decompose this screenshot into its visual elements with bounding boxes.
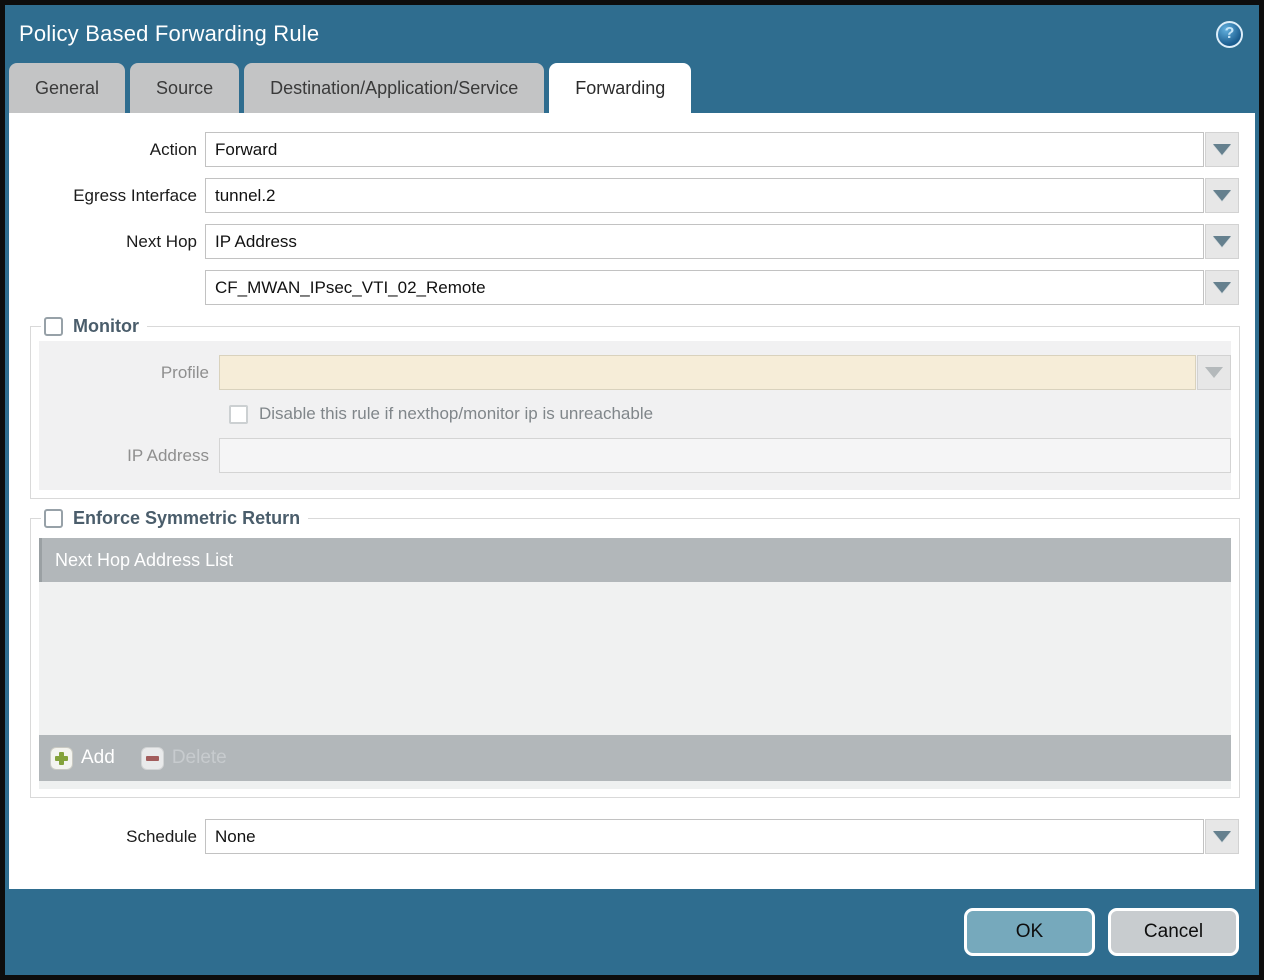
dialog-title: Policy Based Forwarding Rule [19,21,319,47]
disable-rule-label: Disable this rule if nexthop/monitor ip … [259,404,653,424]
next-hop-table-header: Next Hop Address List [39,538,1231,582]
minus-icon [141,747,164,770]
add-button-label: Add [81,747,115,769]
monitor-checkbox[interactable] [44,317,63,336]
help-icon[interactable]: ? [1216,21,1243,48]
action-value[interactable]: Forward [205,132,1204,167]
schedule-label: Schedule [9,827,205,847]
next-hop-address-table: Next Hop Address List Add Delete [39,538,1231,789]
add-button[interactable]: Add [50,747,115,770]
profile-dropdown-button [1197,355,1231,390]
schedule-dropdown-button[interactable] [1205,819,1239,854]
monitor-ip-address-label: IP Address [39,446,219,466]
schedule-dropdown: None [205,819,1239,854]
chevron-down-icon [1205,367,1223,378]
monitor-ip-address-input [219,438,1231,473]
action-label: Action [9,140,205,160]
action-dropdown: Forward [205,132,1239,167]
monitor-disable-rule-row: Disable this rule if nexthop/monitor ip … [39,404,1231,424]
chevron-down-icon [1213,282,1231,293]
next-hop-type-value[interactable]: IP Address [205,224,1204,259]
chevron-down-icon [1213,831,1231,842]
forwarding-tab-panel: Action Forward Egress Interface tunnel.2… [9,113,1255,889]
form-row-next-hop-address: CF_MWAN_IPsec_VTI_02_Remote [9,270,1255,305]
cancel-button[interactable]: Cancel [1108,908,1239,956]
ok-button[interactable]: OK [964,908,1095,956]
next-hop-type-dropdown: IP Address [205,224,1239,259]
next-hop-type-dropdown-button[interactable] [1205,224,1239,259]
delete-button-label: Delete [172,747,227,769]
chevron-down-icon [1213,144,1231,155]
schedule-value[interactable]: None [205,819,1204,854]
tab-bar: General Source Destination/Application/S… [5,63,1259,113]
tab-forwarding[interactable]: Forwarding [549,63,691,113]
profile-label: Profile [39,363,219,383]
form-row-schedule: Schedule None [9,819,1255,854]
monitor-group: Monitor Profile Disable this rule if nex… [30,316,1240,499]
monitor-profile-row: Profile [39,355,1231,390]
enforce-symmetric-return-legend: Enforce Symmetric Return [41,508,308,529]
next-hop-address-value[interactable]: CF_MWAN_IPsec_VTI_02_Remote [205,270,1204,305]
tab-source[interactable]: Source [130,63,239,113]
delete-button: Delete [141,747,227,770]
next-hop-table-toolbar: Add Delete [39,735,1231,781]
next-hop-address-dropdown: CF_MWAN_IPsec_VTI_02_Remote [205,270,1239,305]
tab-general[interactable]: General [9,63,125,113]
monitor-ip-address-row: IP Address [39,438,1231,473]
form-row-egress-interface: Egress Interface tunnel.2 [9,178,1255,213]
form-row-next-hop: Next Hop IP Address [9,224,1255,259]
chevron-down-icon [1213,190,1231,201]
dialog-titlebar: Policy Based Forwarding Rule ? [5,5,1259,63]
tab-destination-application-service[interactable]: Destination/Application/Service [244,63,544,113]
plus-icon [50,747,73,770]
monitor-legend: Monitor [41,316,147,337]
form-row-action: Action Forward [9,132,1255,167]
table-scroll-strip [39,781,1231,789]
chevron-down-icon [1213,236,1231,247]
egress-interface-value[interactable]: tunnel.2 [205,178,1204,213]
monitor-legend-label: Monitor [73,316,139,337]
enforce-symmetric-return-legend-label: Enforce Symmetric Return [73,508,300,529]
next-hop-address-dropdown-button[interactable] [1205,270,1239,305]
action-dropdown-button[interactable] [1205,132,1239,167]
next-hop-table-body [39,582,1231,735]
next-hop-table-header-label: Next Hop Address List [55,550,233,571]
policy-based-forwarding-rule-dialog: Policy Based Forwarding Rule ? General S… [0,0,1264,980]
monitor-ip-address-field [219,438,1231,473]
monitor-body: Profile Disable this rule if nexthop/mon… [39,341,1231,490]
egress-interface-dropdown: tunnel.2 [205,178,1239,213]
enforce-symmetric-return-checkbox[interactable] [44,509,63,528]
egress-interface-label: Egress Interface [9,186,205,206]
profile-dropdown [219,355,1231,390]
profile-value [219,355,1196,390]
dialog-footer: OK Cancel [5,889,1259,975]
egress-interface-dropdown-button[interactable] [1205,178,1239,213]
next-hop-label: Next Hop [9,232,205,252]
disable-rule-checkbox [229,405,248,424]
enforce-symmetric-return-group: Enforce Symmetric Return Next Hop Addres… [30,508,1240,798]
